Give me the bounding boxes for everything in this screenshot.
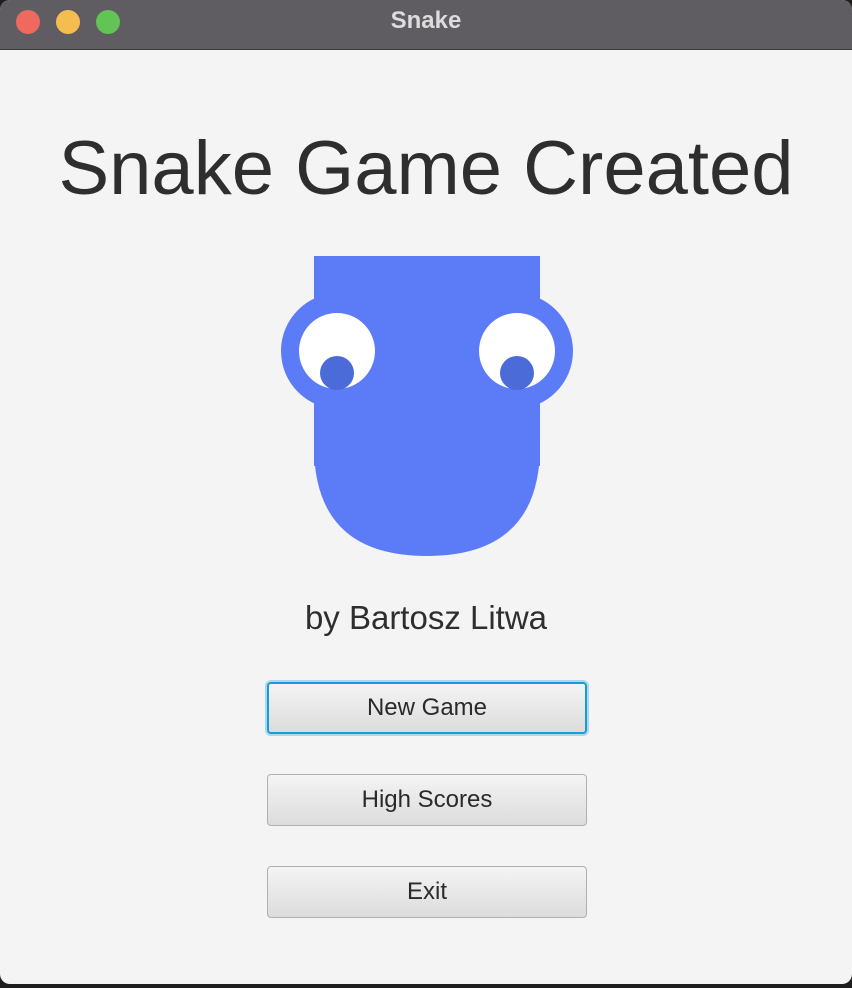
app-window: Snake Snake Game Created by Bartosz Litw… <box>0 0 852 984</box>
exit-button[interactable]: Exit <box>267 866 587 918</box>
snake-head-icon <box>281 256 573 556</box>
main-menu: Snake Game Created by Bartosz Litwa New … <box>0 50 852 984</box>
new-game-button[interactable]: New Game <box>267 682 587 734</box>
title-bar: Snake <box>0 0 852 50</box>
game-title: Snake Game Created <box>58 126 794 211</box>
high-scores-button[interactable]: High Scores <box>267 774 587 826</box>
author-label: by Bartosz Litwa <box>304 599 548 636</box>
window-title: Snake <box>390 7 462 34</box>
